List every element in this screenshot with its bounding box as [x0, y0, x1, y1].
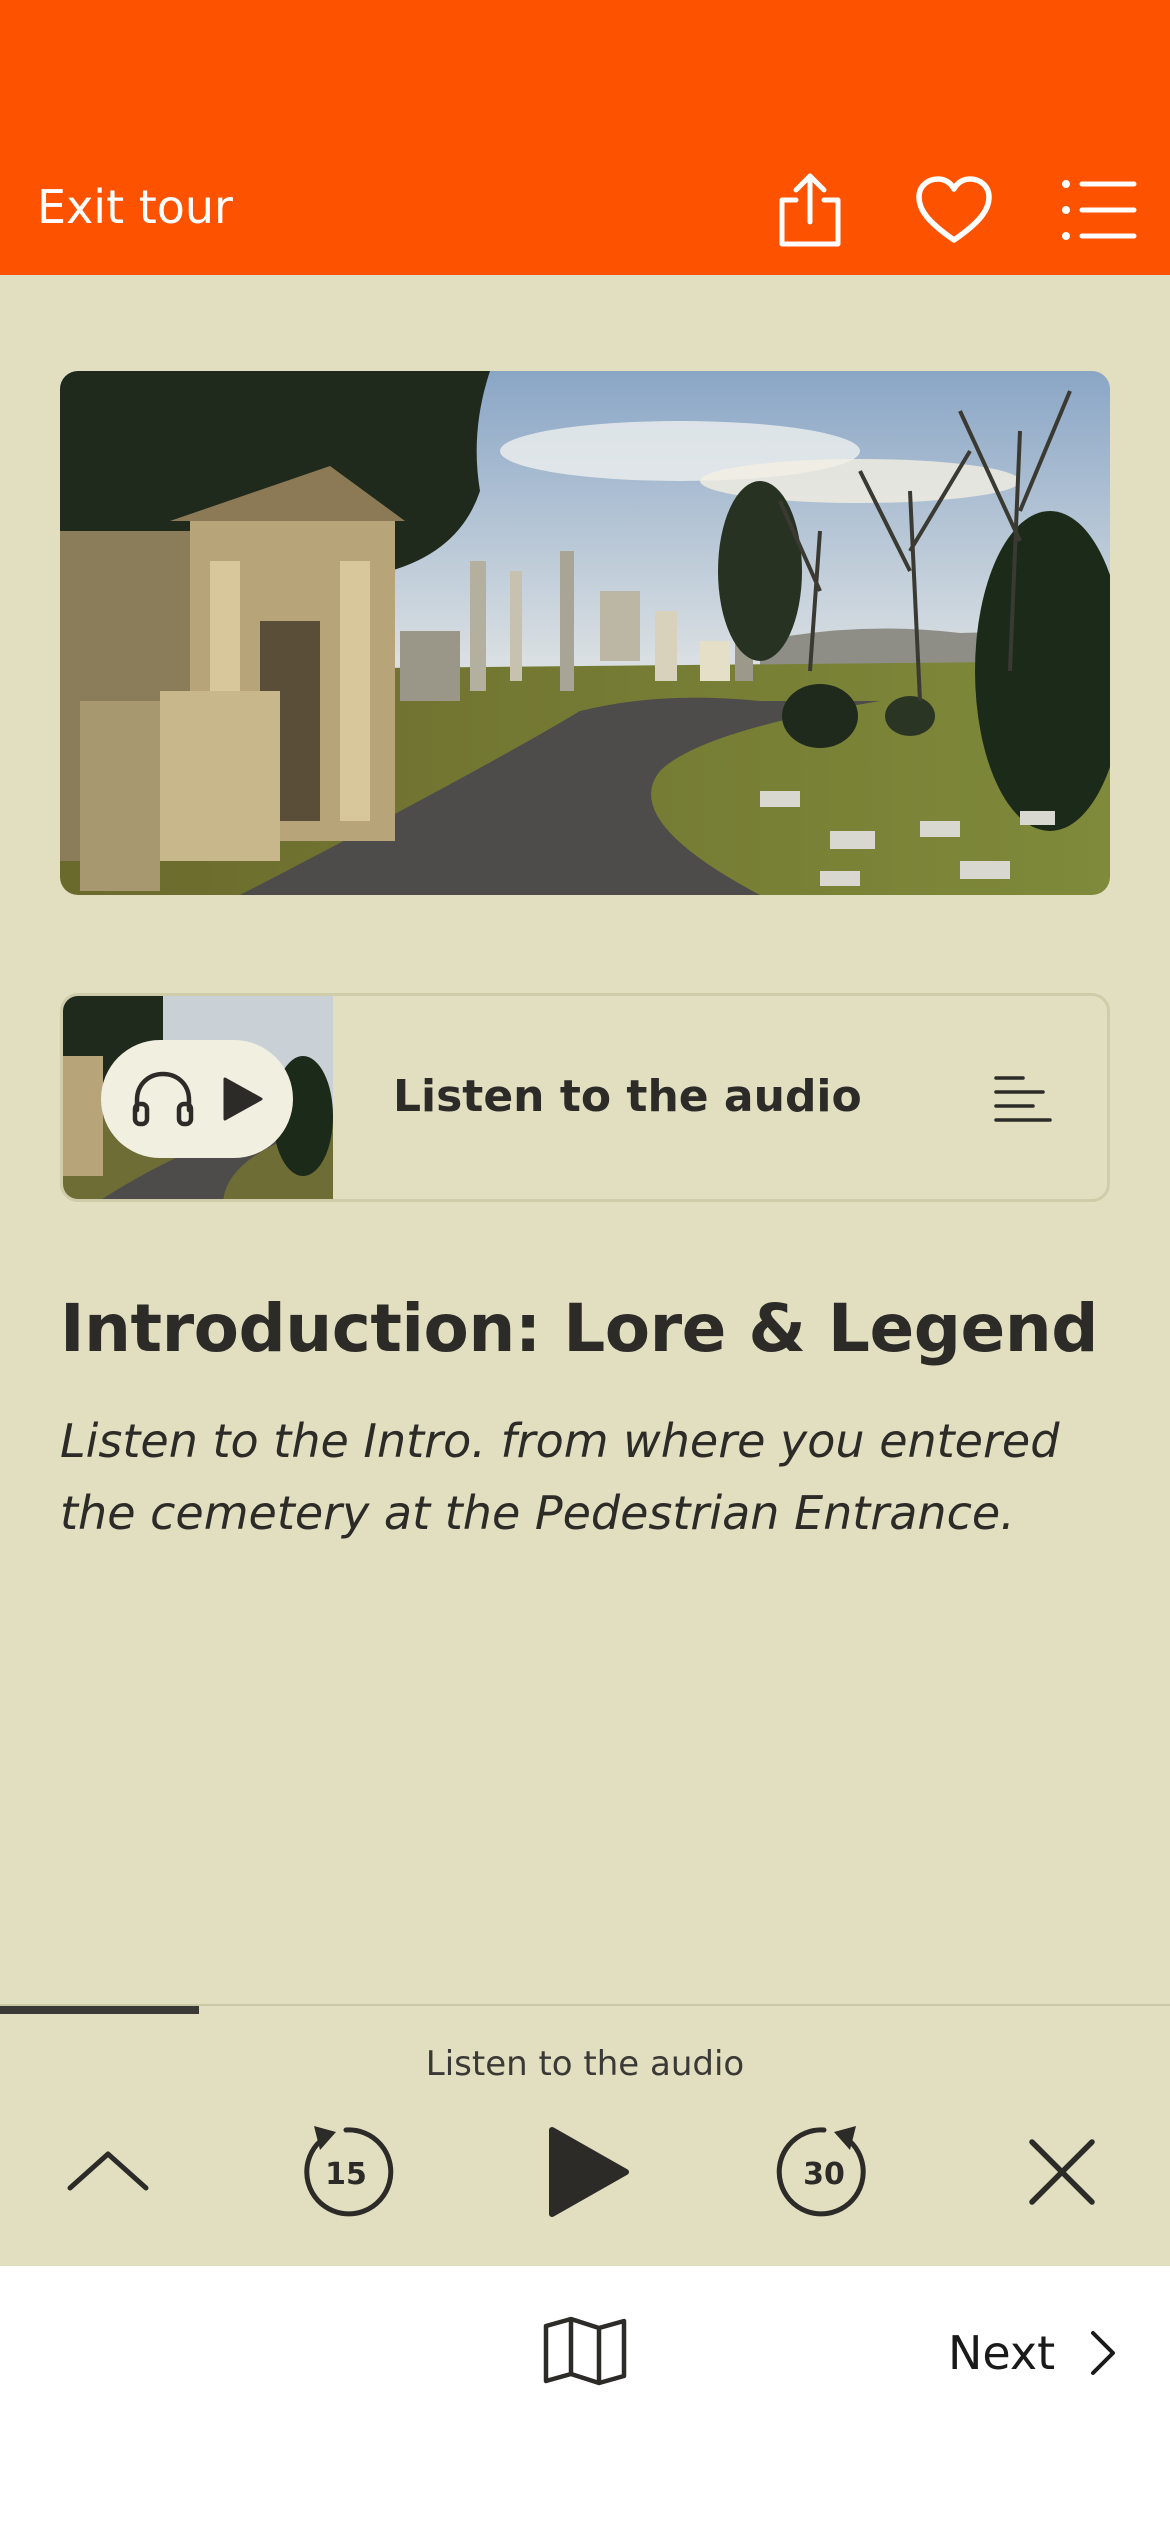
audio-card-label: Listen to the audio	[393, 1071, 862, 1122]
progress-bar[interactable]	[0, 2006, 1170, 2014]
headphones-icon	[132, 1071, 194, 1127]
next-button[interactable]: Next	[948, 2318, 1121, 2388]
rewind-15-button[interactable]: 15	[296, 2122, 396, 2222]
app-header: Exit tour	[0, 0, 1170, 275]
list-icon[interactable]	[1060, 170, 1140, 250]
player-title: Listen to the audio	[425, 2044, 745, 2084]
rewind-seconds-label: 15	[325, 2157, 367, 2192]
heart-icon[interactable]	[914, 170, 994, 250]
intro-description: Listen to the Intro. from where you ente…	[60, 1414, 1060, 1540]
forward-30-button[interactable]: 30	[774, 2122, 874, 2222]
bottom-bar: Next	[0, 2266, 1170, 2532]
share-icon[interactable]	[770, 170, 850, 250]
transcript-icon[interactable]	[993, 1074, 1053, 1126]
close-icon[interactable]	[1012, 2122, 1112, 2222]
cemetery-photo	[60, 371, 1110, 895]
chevron-right-icon	[1091, 2331, 1116, 2375]
exit-tour-button[interactable]: Exit tour	[37, 180, 233, 234]
play-icon	[223, 1077, 263, 1121]
progress-fill	[0, 2006, 199, 2014]
audio-thumbnail	[63, 996, 333, 1199]
intro-title: Introduction: Lore & Legend	[60, 1290, 1099, 1367]
chevron-up-icon[interactable]	[58, 2122, 158, 2222]
play-button[interactable]	[536, 2122, 636, 2222]
next-label: Next	[948, 2326, 1056, 2380]
forward-seconds-label: 30	[803, 2157, 845, 2192]
audio-card[interactable]: Listen to the audio	[60, 993, 1110, 1202]
audio-play-pill[interactable]	[101, 1040, 293, 1158]
map-icon[interactable]	[543, 2316, 627, 2386]
